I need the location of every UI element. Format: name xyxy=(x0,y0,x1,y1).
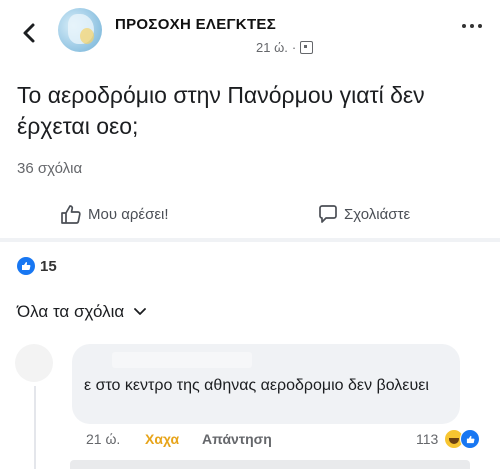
group-name[interactable]: ΠΡΟΣΟΧΗ ΕΛΕΓΚΤΕΣ xyxy=(115,16,276,33)
comments-filter-label: Όλα τα σχόλια xyxy=(17,302,125,321)
section-divider xyxy=(0,238,500,242)
more-options-button[interactable] xyxy=(462,24,482,28)
thumbs-up-icon xyxy=(61,205,81,224)
group-avatar[interactable] xyxy=(58,8,102,52)
comment-bubble: ε στο κεντρο της αθηνας αεροδρομιο δεν β… xyxy=(72,344,460,424)
post-time: 21 ώ. xyxy=(256,40,288,55)
reply-button[interactable]: Απάντηση xyxy=(202,431,272,447)
next-comment-preview xyxy=(70,460,470,469)
comment-reaction-button[interactable]: Χαχα xyxy=(145,431,179,447)
meta-separator: · xyxy=(291,40,297,55)
post-text: Το αεροδρόμιο στην Πανόρμου γιατί δεν έρ… xyxy=(17,82,425,139)
comment-bubble-icon xyxy=(319,205,337,223)
comment-time[interactable]: 21 ώ. xyxy=(86,431,120,447)
commenter-avatar[interactable] xyxy=(15,344,53,382)
post-actions: Μου αρέσει! Σχολιάστε xyxy=(0,196,500,236)
like-reaction-icon xyxy=(17,257,35,275)
like-button[interactable]: Μου αρέσει! xyxy=(60,204,169,224)
comment-footer: 21 ώ. Χαχα Απάντηση 113 xyxy=(0,429,500,451)
avatar-image-detail xyxy=(80,28,94,44)
chevron-left-icon xyxy=(23,23,35,43)
more-dot xyxy=(462,24,466,28)
like-label: Μου αρέσει! xyxy=(88,205,169,223)
commenter-name-redacted xyxy=(112,352,252,368)
comment-text: ε στο κεντρο της αθηνας αεροδρομιο δεν β… xyxy=(84,377,429,394)
comment-button[interactable]: Σχολιάστε xyxy=(318,204,410,224)
reactions-count: 15 xyxy=(40,257,57,275)
like-reaction-icon xyxy=(460,429,480,449)
comment-reactions-icons[interactable] xyxy=(444,429,484,449)
post-meta: 21 ώ. · xyxy=(256,40,314,55)
comment-label: Σχολιάστε xyxy=(344,205,411,223)
comments-count[interactable]: 36 σχόλια xyxy=(17,160,82,177)
chevron-down-icon xyxy=(134,308,147,315)
privacy-icon xyxy=(300,41,314,54)
reactions-summary[interactable]: 15 xyxy=(17,257,57,275)
more-dot xyxy=(470,24,474,28)
back-button[interactable] xyxy=(18,20,40,46)
thread-line xyxy=(34,386,36,469)
post-header: ΠΡΟΣΟΧΗ ΕΛΕΓΚΤΕΣ 21 ώ. · xyxy=(0,0,500,64)
comments-filter-dropdown[interactable]: Όλα τα σχόλια xyxy=(17,302,147,322)
more-dot xyxy=(478,24,482,28)
comment-reactions-count[interactable]: 113 xyxy=(416,431,438,447)
